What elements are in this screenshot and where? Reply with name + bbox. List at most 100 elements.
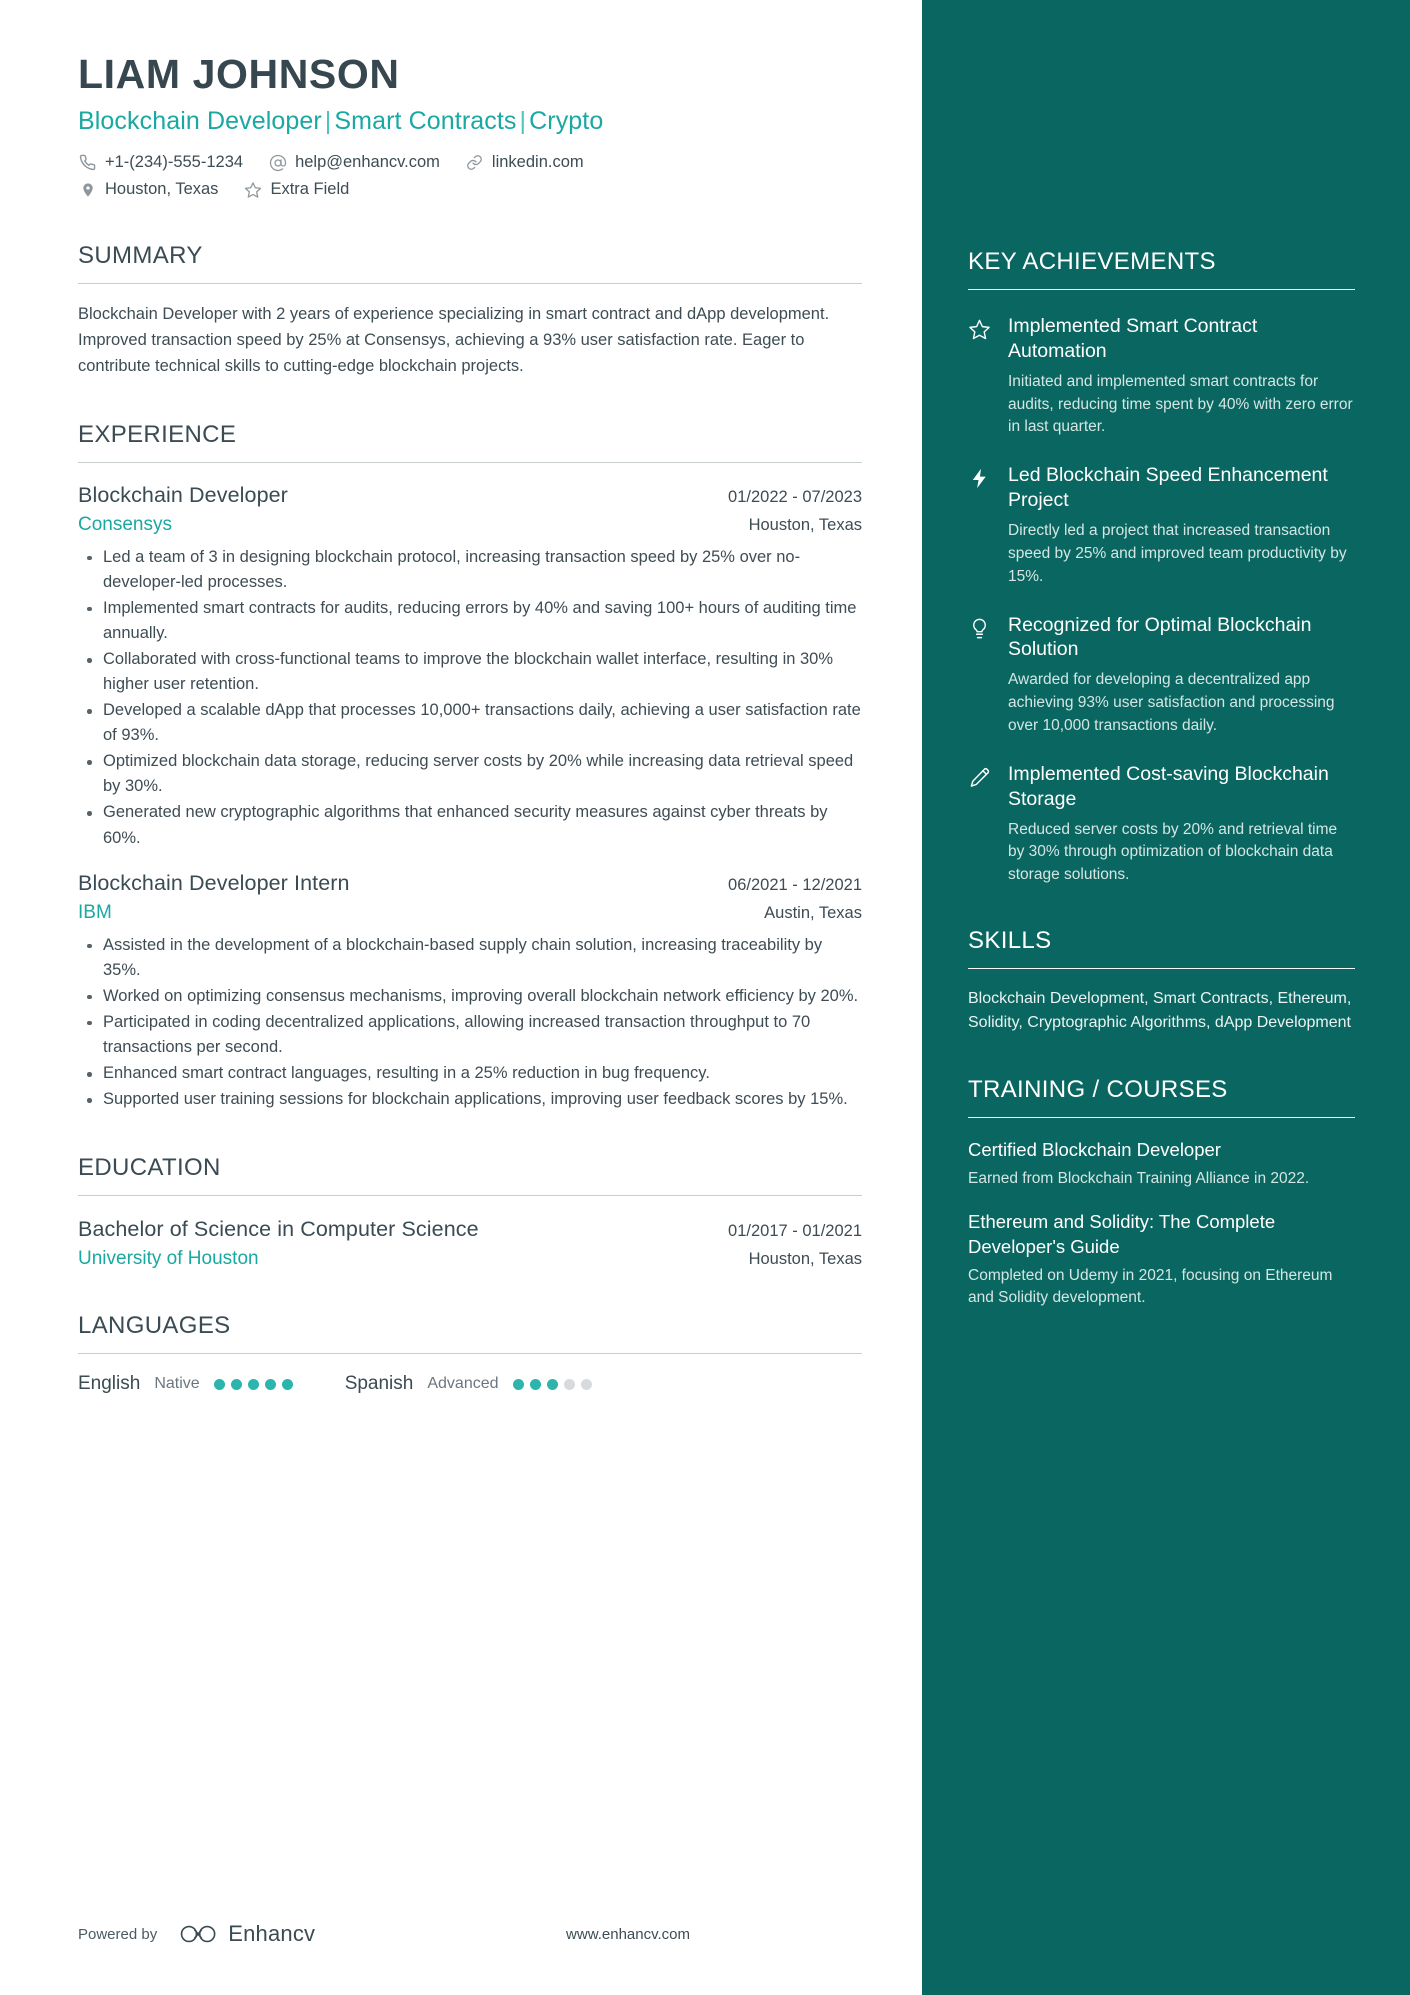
location-value: Houston, Texas: [105, 179, 219, 198]
languages-divider: [78, 1353, 862, 1355]
footer-url[interactable]: www.enhancv.com: [566, 1926, 690, 1943]
proficiency-dot: [264, 1378, 276, 1390]
degree-title: Bachelor of Science in Computer Science: [78, 1217, 479, 1242]
achievement-title: Recognized for Optimal Blockchain Soluti…: [1008, 613, 1312, 661]
proficiency-dot: [563, 1378, 575, 1390]
experience-section: EXPERIENCE Blockchain Developer 01/2022 …: [78, 421, 862, 1112]
language-item: English Native: [78, 1373, 299, 1395]
experience-item-subheader: IBM Austin, Texas: [78, 902, 862, 924]
candidate-name: LIAM JOHNSON: [78, 51, 400, 97]
achievement-body: Implemented Smart Contract Automation In…: [1008, 314, 1355, 439]
education-item-subheader: University of Houston Houston, Texas: [78, 1248, 862, 1270]
achievement-body: Recognized for Optimal Blockchain Soluti…: [1008, 613, 1355, 738]
enhancv-brand-name: Enhancv: [228, 1921, 316, 1946]
language-name: English: [78, 1373, 141, 1395]
star-outline-icon: [243, 180, 262, 199]
contact-email[interactable]: help@enhancv.com: [268, 153, 440, 173]
contact-extra-field[interactable]: Extra Field: [243, 180, 349, 200]
training-courses-title: TRAINING / COURSES: [968, 1075, 1228, 1103]
course-title: Ethereum and Solidity: The Complete Deve…: [968, 1211, 1276, 1257]
summary-text: Blockchain Developer with 2 years of exp…: [78, 304, 830, 375]
contact-linkedin[interactable]: linkedin.com: [465, 153, 584, 173]
languages-section-title: LANGUAGES: [78, 1312, 231, 1340]
job-bullet: Worked on optimizing consensus mechanism…: [78, 984, 862, 1009]
job-bullet: Assisted in the development of a blockch…: [78, 933, 862, 983]
training-courses-section: TRAINING / COURSES Certified Blockchain …: [968, 1076, 1355, 1310]
job-bullets: Assisted in the development of a blockch…: [78, 933, 862, 1113]
job-bullet: Collaborated with cross-functional teams…: [78, 647, 862, 697]
job-dates: 06/2021 - 12/2021: [728, 875, 862, 894]
job-bullet: Implemented smart contracts for audits, …: [78, 596, 862, 646]
education-divider: [78, 1195, 862, 1197]
summary-section-title: SUMMARY: [78, 241, 203, 269]
page-footer: Powered by Enhancv www.enhancv.com: [78, 1921, 690, 1947]
job-company[interactable]: Consensys: [78, 514, 172, 536]
achievement-title: Led Blockchain Speed Enhancement Project: [1008, 464, 1328, 512]
language-level: Native: [154, 1375, 200, 1393]
languages-section: LANGUAGES English Native Spanish Advance…: [78, 1312, 862, 1395]
email-at-icon: [268, 153, 287, 172]
extra-field-value: Extra Field: [270, 179, 350, 198]
headline-separator-2: |: [519, 106, 527, 135]
course-title: Certified Blockchain Developer: [968, 1138, 1221, 1160]
contact-details: +1-(234)-555-1234 help@enhancv.com linke…: [78, 153, 862, 200]
linkedin-value: linkedin.com: [491, 152, 584, 171]
proficiency-dot: [230, 1378, 242, 1390]
language-name: Spanish: [344, 1373, 414, 1395]
language-proficiency-dots: [213, 1378, 299, 1390]
contact-location[interactable]: Houston, Texas: [78, 180, 218, 200]
education-section: EDUCATION Bachelor of Science in Compute…: [78, 1154, 862, 1270]
school-name[interactable]: University of Houston: [78, 1248, 259, 1270]
headline-part-2: Smart Contracts: [334, 106, 517, 135]
job-location: Houston, Texas: [748, 515, 862, 534]
job-location: Austin, Texas: [764, 903, 862, 922]
lightning-bolt-icon: [968, 463, 994, 588]
education-section-title: EDUCATION: [78, 1154, 221, 1182]
proficiency-dot: [580, 1378, 592, 1390]
key-achievements-divider: [968, 289, 1355, 290]
languages-spacer: [299, 1373, 345, 1395]
achievement-title: Implemented Cost-saving Blockchain Stora…: [1008, 762, 1329, 810]
training-courses-divider: [968, 1116, 1355, 1118]
powered-by-block: Powered by Enhancv: [78, 1921, 315, 1947]
skills-divider: [968, 968, 1355, 969]
course-description: Completed on Udemy in 2021, focusing on …: [968, 1266, 1333, 1307]
course-description: Earned from Blockchain Training Alliance…: [968, 1169, 1310, 1187]
job-bullet: Led a team of 3 in designing blockchain …: [78, 545, 862, 595]
job-dates: 01/2022 - 07/2023: [728, 487, 862, 506]
contact-phone[interactable]: +1-(234)-555-1234: [78, 153, 243, 173]
sidebar-column: KEY ACHIEVEMENTS Implemented Smart Contr…: [922, 0, 1410, 1995]
proficiency-dot: [281, 1378, 293, 1390]
course-item: Ethereum and Solidity: The Complete Deve…: [968, 1210, 1355, 1310]
summary-section: SUMMARY Blockchain Developer with 2 year…: [78, 242, 862, 379]
experience-item-header: Blockchain Developer 01/2022 - 07/2023: [78, 483, 862, 508]
achievement-description: Reduced server costs by 20% and retrieva…: [1008, 820, 1338, 884]
job-bullet: Optimized blockchain data storage, reduc…: [78, 749, 862, 799]
proficiency-dot: [247, 1378, 259, 1390]
achievement-item: Implemented Cost-saving Blockchain Stora…: [968, 762, 1355, 887]
language-proficiency-dots: [512, 1378, 598, 1390]
job-company[interactable]: IBM: [78, 902, 112, 924]
experience-item: Blockchain Developer Intern 06/2021 - 12…: [78, 871, 862, 1113]
job-title: Blockchain Developer Intern: [78, 870, 350, 895]
candidate-headline: Blockchain Developer | Smart Contracts | Cry…: [78, 107, 862, 136]
language-item: Spanish Advanced: [345, 1373, 598, 1395]
key-achievements-section: KEY ACHIEVEMENTS Implemented Smart Contr…: [968, 248, 1355, 887]
job-title: Blockchain Developer: [78, 482, 288, 507]
proficiency-dot: [529, 1378, 541, 1390]
star-outline-icon: [968, 314, 994, 439]
link-icon: [465, 153, 484, 172]
phone-value: +1-(234)-555-1234: [105, 152, 244, 171]
job-bullets: Led a team of 3 in designing blockchain …: [78, 545, 862, 851]
powered-by-label: Powered by: [78, 1925, 158, 1943]
experience-section-title: EXPERIENCE: [78, 420, 237, 448]
course-item: Certified Blockchain Developer Earned fr…: [968, 1138, 1355, 1191]
achievement-description: Initiated and implemented smart contract…: [1008, 372, 1353, 436]
contact-row-1: +1-(234)-555-1234 help@enhancv.com linke…: [78, 153, 862, 173]
lightbulb-icon: [968, 613, 994, 738]
proficiency-dot: [213, 1378, 225, 1390]
job-bullet: Generated new cryptographic algorithms t…: [78, 800, 862, 850]
enhancv-logo-icon: [179, 1923, 219, 1945]
key-achievements-title: KEY ACHIEVEMENTS: [968, 248, 1216, 275]
language-level: Advanced: [427, 1375, 499, 1393]
